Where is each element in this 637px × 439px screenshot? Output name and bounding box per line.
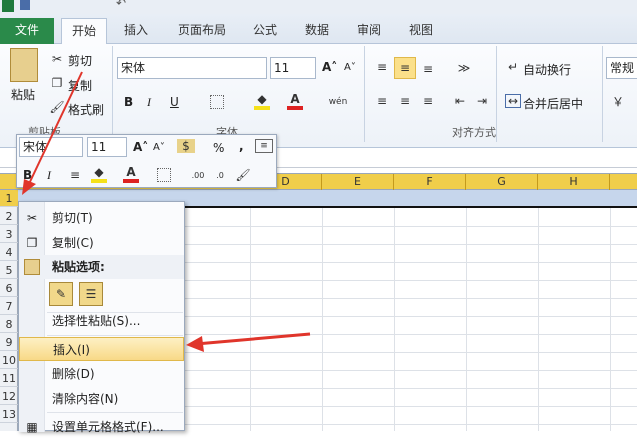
annotation-arrowhead: [186, 336, 204, 352]
annotation-arrowhead: [22, 179, 36, 195]
annotation-arrows: [22, 71, 311, 352]
annotation-arrow: [195, 332, 311, 346]
annotation-arrow: [27, 71, 83, 187]
